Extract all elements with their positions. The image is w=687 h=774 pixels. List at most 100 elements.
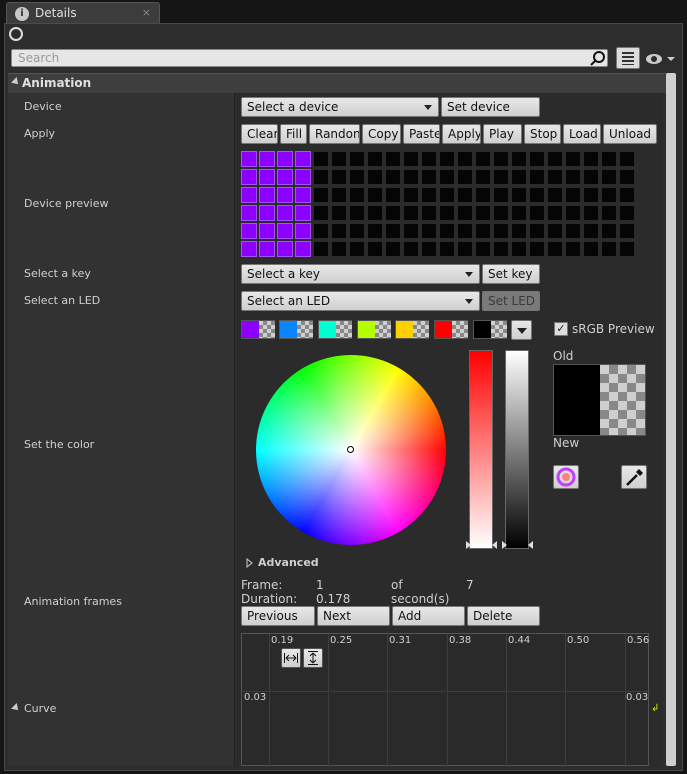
scrollbar-thumb[interactable] [666,73,676,766]
led-cell[interactable] [457,205,473,221]
led-cell[interactable] [403,205,419,221]
led-cell[interactable] [403,223,419,239]
led-cell[interactable] [601,187,617,203]
led-cell[interactable] [331,151,347,167]
led-cell[interactable] [259,241,275,257]
led-cell[interactable] [349,241,365,257]
led-cell[interactable] [295,187,311,203]
apply-button-stop[interactable]: Stop [524,124,561,144]
led-cell[interactable] [277,205,293,221]
led-cell[interactable] [493,241,509,257]
color-wheel-selector[interactable] [347,446,354,453]
set-led-button[interactable]: Set LED [482,291,540,311]
led-cell[interactable] [601,151,617,167]
apply-button-paste[interactable]: Paste [403,124,440,144]
add-frame-button[interactable]: Add [392,606,465,626]
color-swatch[interactable] [318,320,352,339]
srgb-preview-checkbox[interactable]: ✓ [554,322,568,336]
led-cell[interactable] [313,169,329,185]
led-cell[interactable] [385,223,401,239]
set-device-button[interactable]: Set device [441,97,540,117]
led-cell[interactable] [385,169,401,185]
led-cell[interactable] [529,151,545,167]
led-cell[interactable] [529,169,545,185]
led-cell[interactable] [421,223,437,239]
led-cell[interactable] [421,151,437,167]
led-cell[interactable] [565,241,581,257]
led-cell[interactable] [547,241,563,257]
led-cell[interactable] [385,151,401,167]
swatch-dropdown-button[interactable] [511,320,532,340]
led-cell[interactable] [277,223,293,239]
view-options-eye-icon[interactable] [645,52,675,66]
led-cell[interactable] [565,169,581,185]
led-cell[interactable] [331,205,347,221]
led-cell[interactable] [619,187,635,203]
apply-button-load[interactable]: Load [563,124,601,144]
led-cell[interactable] [583,169,599,185]
led-cell[interactable] [619,151,635,167]
led-cell[interactable] [601,205,617,221]
led-cell[interactable] [475,223,491,239]
led-cell[interactable] [475,169,491,185]
led-cell[interactable] [601,223,617,239]
apply-button-randon[interactable]: Randon [309,124,360,144]
led-cell[interactable] [241,151,257,167]
device-select[interactable]: Select a device [241,97,439,117]
previous-frame-button[interactable]: Previous [241,606,315,626]
led-cell[interactable] [259,151,275,167]
led-cell[interactable] [529,241,545,257]
led-cell[interactable] [547,169,563,185]
apply-button-unload[interactable]: Unload [603,124,657,144]
led-cell[interactable] [511,241,527,257]
led-cell[interactable] [367,187,383,203]
led-cell[interactable] [457,169,473,185]
close-icon[interactable]: × [142,6,151,19]
led-cell[interactable] [259,223,275,239]
led-cell[interactable] [367,205,383,221]
led-cell[interactable] [619,223,635,239]
led-cell[interactable] [457,241,473,257]
led-cell[interactable] [493,151,509,167]
eyedropper-button[interactable] [621,465,647,489]
led-cell[interactable] [457,187,473,203]
led-cell[interactable] [403,241,419,257]
led-cell[interactable] [529,205,545,221]
led-cell[interactable] [565,151,581,167]
led-cell[interactable] [295,169,311,185]
led-cell[interactable] [241,223,257,239]
led-cell[interactable] [475,205,491,221]
set-key-button[interactable]: Set key [482,264,540,284]
led-cell[interactable] [241,187,257,203]
led-cell[interactable] [241,241,257,257]
next-frame-button[interactable]: Next [317,606,390,626]
led-cell[interactable] [601,241,617,257]
led-cell[interactable] [439,205,455,221]
led-cell[interactable] [493,205,509,221]
led-cell[interactable] [367,241,383,257]
led-cell[interactable] [349,223,365,239]
led-cell[interactable] [403,169,419,185]
apply-button-fill[interactable]: Fill [280,124,307,144]
led-cell[interactable] [619,241,635,257]
led-cell[interactable] [583,241,599,257]
led-cell[interactable] [547,187,563,203]
led-cell[interactable] [565,205,581,221]
led-cell[interactable] [511,187,527,203]
search-icon[interactable] [588,49,608,67]
led-cell[interactable] [331,241,347,257]
led-cell[interactable] [403,151,419,167]
led-cell[interactable] [313,241,329,257]
led-cell[interactable] [421,169,437,185]
led-cell[interactable] [421,205,437,221]
led-cell[interactable] [529,187,545,203]
led-cell[interactable] [385,187,401,203]
led-cell[interactable] [565,223,581,239]
led-cell[interactable] [385,241,401,257]
led-cell[interactable] [385,205,401,221]
curve-editor[interactable]: 0.03 0.03 0.19 0.25 0.31 0.38 0.44 0.50 0.56 [241,633,650,767]
animation-section-header[interactable]: Animation [8,73,668,93]
led-cell[interactable] [583,223,599,239]
led-cell[interactable] [565,187,581,203]
apply-button-play[interactable]: Play [483,124,522,144]
